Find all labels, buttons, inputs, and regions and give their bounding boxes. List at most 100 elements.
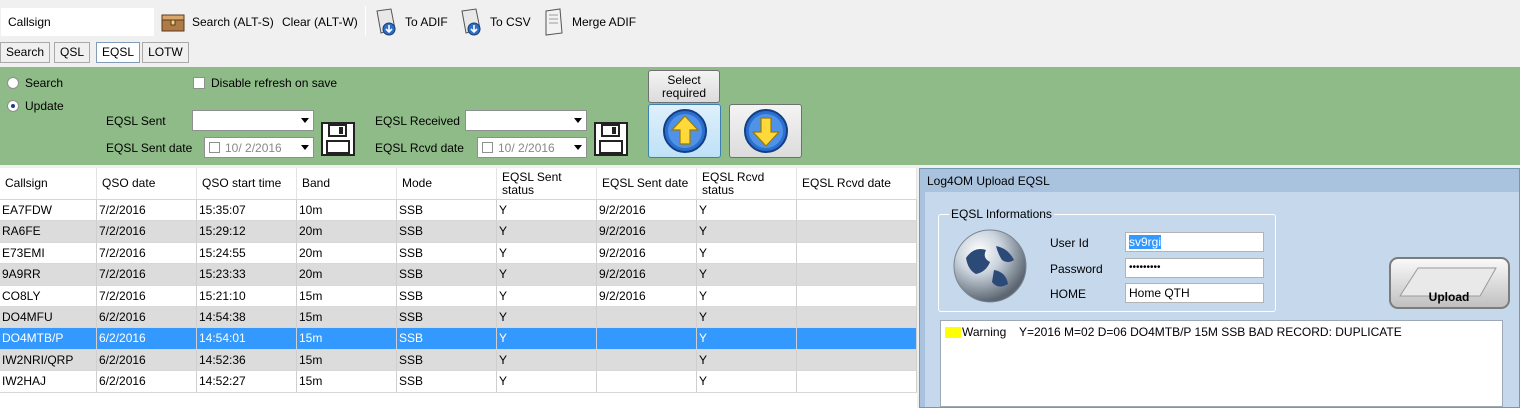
- table-cell: 6/2/2016: [97, 349, 197, 371]
- table-row[interactable]: DO4MTB/P 6/2/2016 14:54:01 15m SSB Y Y: [0, 328, 917, 350]
- qso-grid: Callsign QSO date QSO start time Band Mo…: [0, 168, 917, 408]
- eqsl-sent-select[interactable]: [192, 110, 314, 131]
- table-cell: 6/2/2016: [97, 328, 197, 349]
- table-cell: [797, 200, 917, 221]
- table-row[interactable]: E73EMI 7/2/2016 15:24:55 20m SSB Y 9/2/2016 Y: [0, 242, 917, 265]
- grid-body: EA7FDW 7/2/2016 15:35:07 10m SSB Y 9/2/2016 Y RA…: [0, 200, 917, 393]
- table-row[interactable]: RA6FE 7/2/2016 15:29:12 20m SSB Y 9/2/2016 Y: [0, 221, 917, 243]
- table-cell: Y: [697, 285, 797, 306]
- sent-date-value: 10/ 2/2016: [225, 140, 282, 155]
- table-cell: 15:29:12: [197, 221, 297, 242]
- eqsl-sent-date-picker[interactable]: 10/ 2/2016: [204, 137, 314, 158]
- table-cell: SSB: [397, 200, 497, 221]
- upload-arrow-button[interactable]: [648, 104, 721, 158]
- column-header[interactable]: Band: [297, 168, 397, 199]
- table-cell: 7/2/2016: [97, 242, 197, 264]
- table-cell: 15m: [297, 371, 397, 392]
- column-header[interactable]: QSO start time: [197, 168, 297, 199]
- floppy-disk-icon[interactable]: [321, 122, 355, 156]
- floppy-disk-icon[interactable]: [594, 122, 628, 156]
- column-header[interactable]: EQSL Sent status: [497, 168, 597, 199]
- tab-strip: Search QSL EQSL LOTW: [0, 42, 191, 64]
- eqsl-rcvd-date-picker[interactable]: 10/ 2/2016: [477, 137, 587, 158]
- export-adif-icon: [376, 8, 396, 36]
- table-row[interactable]: IW2HAJ 6/2/2016 14:52:27 15m SSB Y Y: [0, 371, 917, 393]
- upload-button[interactable]: Upload: [1388, 256, 1511, 310]
- table-cell: RA6FE: [0, 221, 97, 242]
- table-cell: Y: [497, 264, 597, 285]
- table-row[interactable]: DO4MFU 6/2/2016 14:54:38 15m SSB Y Y: [0, 306, 917, 329]
- table-row[interactable]: IW2NRI/QRP 6/2/2016 14:52:36 15m SSB Y Y: [0, 349, 917, 372]
- to-adif-button[interactable]: To ADIF: [371, 6, 448, 38]
- disable-refresh-label: Disable refresh on save: [211, 76, 338, 90]
- table-cell: 20m: [297, 264, 397, 285]
- table-cell: 15:21:10: [197, 285, 297, 306]
- download-arrow-button[interactable]: [729, 104, 802, 158]
- table-cell: 9/2/2016: [597, 242, 697, 264]
- eqsl-rcvd-date-label: EQSL Rcvd date: [375, 141, 464, 155]
- table-cell: 9/2/2016: [597, 200, 697, 221]
- user-id-input[interactable]: sv9rgi: [1125, 232, 1264, 252]
- upload-label: Upload: [1429, 290, 1470, 304]
- clear-button[interactable]: Clear (ALT-W): [282, 6, 358, 38]
- select-required-button[interactable]: Select required: [648, 70, 720, 103]
- update-radio[interactable]: Update: [7, 99, 64, 113]
- tab-search[interactable]: Search: [0, 42, 51, 63]
- date-checkbox[interactable]: [482, 142, 493, 153]
- table-cell: SSB: [397, 285, 497, 306]
- callsign-input[interactable]: [1, 8, 154, 36]
- tab-lotw[interactable]: LOTW: [142, 42, 189, 63]
- table-cell: [797, 221, 917, 242]
- tab-eqsl[interactable]: EQSL: [96, 42, 141, 63]
- search-button[interactable]: Search (ALT-S): [158, 6, 274, 38]
- to-csv-button[interactable]: To CSV: [456, 6, 531, 38]
- table-cell: SSB: [397, 371, 497, 392]
- table-cell: 7/2/2016: [97, 285, 197, 306]
- arrow-up-icon: [662, 109, 707, 153]
- table-cell: Y: [497, 328, 597, 349]
- column-header[interactable]: Callsign: [0, 168, 97, 199]
- table-cell: [597, 328, 697, 349]
- globe-icon: [953, 229, 1027, 303]
- table-cell: DO4MFU: [0, 306, 97, 328]
- table-row[interactable]: 9A9RR 7/2/2016 15:23:33 20m SSB Y 9/2/2016 Y: [0, 264, 917, 286]
- table-cell: SSB: [397, 242, 497, 264]
- column-header[interactable]: EQSL Rcvd status: [697, 168, 797, 199]
- to-adif-label: To ADIF: [405, 15, 448, 29]
- table-cell: IW2NRI/QRP: [0, 349, 97, 371]
- merge-adif-button[interactable]: Merge ADIF: [538, 6, 636, 38]
- eqsl-received-label: EQSL Received: [375, 114, 460, 128]
- tab-qsl[interactable]: QSL: [54, 42, 91, 63]
- table-cell: E73EMI: [0, 242, 97, 264]
- disable-refresh-checkbox[interactable]: Disable refresh on save: [193, 76, 337, 90]
- clear-label: Clear (ALT-W): [282, 15, 358, 29]
- table-cell: 9A9RR: [0, 264, 97, 285]
- search-label: Search (ALT-S): [192, 15, 274, 29]
- password-input[interactable]: •••••••••: [1125, 258, 1264, 278]
- table-cell: SSB: [397, 221, 497, 242]
- chevron-down-icon: [574, 145, 582, 150]
- home-input[interactable]: Home QTH: [1125, 283, 1264, 303]
- table-cell: 9/2/2016: [597, 221, 697, 242]
- toolbar-separator: [365, 6, 366, 36]
- column-header[interactable]: QSO date: [97, 168, 197, 199]
- eqsl-received-select[interactable]: [465, 110, 587, 131]
- table-cell: Y: [697, 349, 797, 371]
- column-header[interactable]: Mode: [397, 168, 497, 199]
- table-row[interactable]: CO8LY 7/2/2016 15:21:10 15m SSB Y 9/2/2016 Y: [0, 285, 917, 307]
- table-cell: 15m: [297, 285, 397, 306]
- table-cell: SSB: [397, 264, 497, 285]
- chevron-down-icon: [301, 118, 309, 123]
- date-checkbox[interactable]: [209, 142, 220, 153]
- table-cell: Y: [497, 349, 597, 371]
- table-cell: 14:52:27: [197, 371, 297, 392]
- table-cell: Y: [497, 285, 597, 306]
- column-header[interactable]: EQSL Rcvd date: [797, 168, 917, 199]
- warning-marker-icon: [945, 326, 961, 338]
- search-radio[interactable]: Search: [7, 76, 63, 90]
- table-cell: DO4MTB/P: [0, 328, 97, 349]
- table-row[interactable]: EA7FDW 7/2/2016 15:35:07 10m SSB Y 9/2/2016 Y: [0, 200, 917, 222]
- column-header[interactable]: EQSL Sent date: [597, 168, 697, 199]
- table-cell: IW2HAJ: [0, 371, 97, 392]
- table-cell: Y: [497, 221, 597, 242]
